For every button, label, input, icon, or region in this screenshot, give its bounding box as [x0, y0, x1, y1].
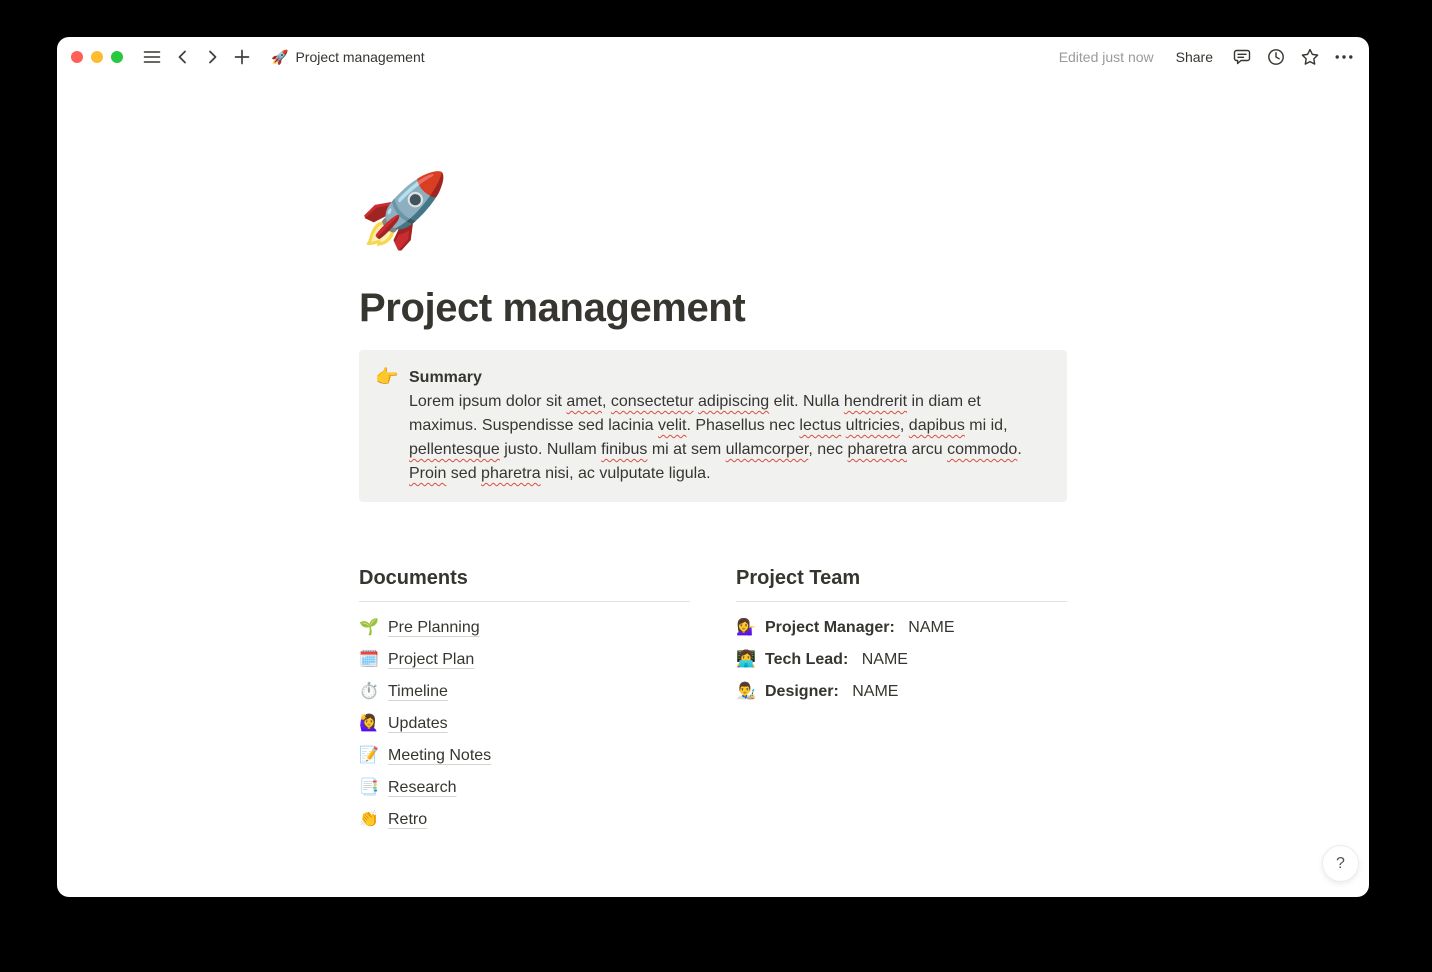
ellipsis-icon — [1335, 55, 1353, 59]
member-role: Tech Lead: — [765, 651, 848, 669]
history-button[interactable] — [1263, 44, 1289, 70]
team-member-row: 👨‍🎨 Designer: NAME — [736, 676, 1067, 708]
member-icon: 👩‍💻 — [736, 652, 756, 668]
document-link[interactable]: 🗓️ Project Plan — [359, 644, 690, 676]
misspelled-word: ullamcorper — [726, 441, 809, 458]
document-link[interactable]: 📝 Meeting Notes — [359, 740, 690, 772]
misspelled-word: pellentesque — [409, 441, 500, 458]
breadcrumb-title: Project management — [295, 49, 424, 65]
document-link-label: Pre Planning — [388, 619, 480, 637]
document-link[interactable]: 📑 Research — [359, 772, 690, 804]
document-page-icon: 🗓️ — [359, 652, 379, 668]
breadcrumb[interactable]: 🚀 Project management — [265, 46, 431, 68]
close-window-button[interactable] — [71, 51, 83, 63]
sidebar-menu-button[interactable] — [139, 44, 165, 70]
misspelled-word: consectetur — [611, 393, 694, 410]
two-column-section: Documents 🌱 Pre Planning 🗓️ Project Plan… — [359, 564, 1067, 836]
document-link-label: Retro — [388, 811, 427, 829]
plus-icon — [234, 49, 250, 65]
callout-title: Summary — [409, 366, 1051, 390]
member-name: NAME — [848, 683, 899, 701]
misspelled-word: adipiscing — [698, 393, 769, 410]
team-member-row: 💁‍♀️ Project Manager: NAME — [736, 612, 1067, 644]
documents-list: 🌱 Pre Planning 🗓️ Project Plan ⏱️ Timeli… — [359, 612, 690, 836]
document-link-label: Updates — [388, 715, 448, 733]
titlebar: 🚀 Project management Edited just now Sha… — [57, 37, 1369, 77]
nav-buttons — [139, 44, 255, 70]
misspelled-word: ultricies — [846, 417, 900, 434]
help-button[interactable]: ? — [1322, 845, 1359, 882]
page-icon-rocket[interactable]: 🚀 — [359, 172, 443, 250]
misspelled-word: lectus — [799, 417, 841, 434]
document-page-icon: 📝 — [359, 748, 379, 764]
documents-heading: Documents — [359, 564, 690, 592]
document-page-icon: 📑 — [359, 780, 379, 796]
comment-icon — [1232, 47, 1252, 67]
misspelled-word: velit — [658, 417, 686, 434]
forward-button[interactable] — [199, 44, 225, 70]
document-link[interactable]: 🌱 Pre Planning — [359, 612, 690, 644]
pointing-right-icon: 👉 — [375, 366, 399, 390]
history-clock-icon — [1266, 47, 1286, 67]
document-link[interactable]: 🙋‍♀️ Updates — [359, 708, 690, 740]
column-divider — [359, 601, 690, 602]
team-member-row: 👩‍💻 Tech Lead: NAME — [736, 644, 1067, 676]
team-column: Project Team 💁‍♀️ Project Manager: NAME … — [736, 564, 1067, 836]
chevron-right-icon — [207, 49, 218, 65]
misspelled-word: amet — [566, 393, 602, 410]
summary-callout: 👉 Summary Lorem ipsum dolor sit amet, co… — [359, 350, 1067, 502]
misspelled-word: Proin — [409, 465, 446, 482]
more-options-button[interactable] — [1331, 44, 1357, 70]
team-list: 💁‍♀️ Project Manager: NAME 👩‍💻 Tech Lead… — [736, 612, 1067, 708]
fullscreen-window-button[interactable] — [111, 51, 123, 63]
minimize-window-button[interactable] — [91, 51, 103, 63]
star-icon — [1300, 47, 1320, 67]
document-page-icon: 🙋‍♀️ — [359, 716, 379, 732]
misspelled-word: finibus — [601, 441, 647, 458]
member-role: Designer: — [765, 683, 839, 701]
document-link[interactable]: ⏱️ Timeline — [359, 676, 690, 708]
document-page-icon: ⏱️ — [359, 684, 379, 700]
chevron-left-icon — [177, 49, 188, 65]
notion-window: 🚀 Project management Edited just now Sha… — [57, 37, 1369, 897]
document-link-label: Research — [388, 779, 456, 797]
document-link-label: Project Plan — [388, 651, 474, 669]
misspelled-word: pharetra — [481, 465, 541, 482]
document-link[interactable]: 👏 Retro — [359, 804, 690, 836]
member-name: NAME — [904, 619, 955, 637]
callout-text: Lorem ipsum dolor sit amet, consectetur … — [409, 390, 1051, 486]
window-controls — [67, 51, 127, 63]
document-link-label: Timeline — [388, 683, 448, 701]
member-role: Project Manager: — [765, 619, 895, 637]
back-button[interactable] — [169, 44, 195, 70]
share-button[interactable]: Share — [1168, 45, 1221, 69]
column-divider — [736, 601, 1067, 602]
favorite-button[interactable] — [1297, 44, 1323, 70]
new-page-button[interactable] — [229, 44, 255, 70]
page-title[interactable]: Project management — [359, 284, 1067, 332]
documents-column: Documents 🌱 Pre Planning 🗓️ Project Plan… — [359, 564, 690, 836]
sidebar-menu-icon — [143, 49, 161, 65]
document-page-icon: 🌱 — [359, 620, 379, 636]
member-name: NAME — [857, 651, 908, 669]
misspelled-word: pharetra — [847, 441, 907, 458]
rocket-icon: 🚀 — [271, 50, 288, 64]
document-page-icon: 👏 — [359, 812, 379, 828]
member-icon: 💁‍♀️ — [736, 620, 756, 636]
comments-button[interactable] — [1229, 44, 1255, 70]
page-body: 🚀 Project management 👉 Summary Lorem ips… — [359, 77, 1067, 836]
titlebar-actions: Edited just now Share — [1059, 44, 1357, 70]
member-icon: 👨‍🎨 — [736, 684, 756, 700]
edited-status: Edited just now — [1059, 49, 1154, 65]
team-heading: Project Team — [736, 564, 1067, 592]
misspelled-word: commodo — [947, 441, 1017, 458]
misspelled-word: hendrerit — [844, 393, 907, 410]
document-link-label: Meeting Notes — [388, 747, 491, 765]
misspelled-word: dapibus — [909, 417, 965, 434]
